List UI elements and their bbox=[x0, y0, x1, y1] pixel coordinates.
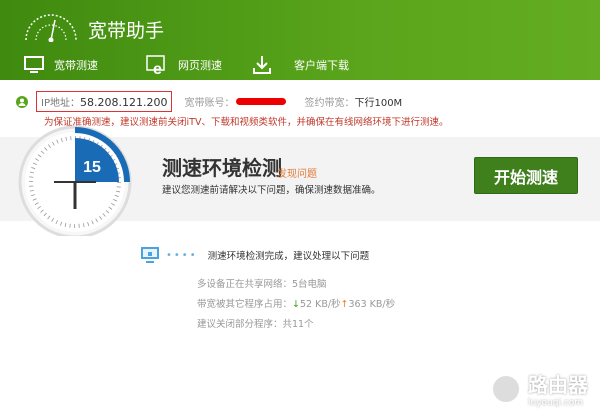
timer-value: 15 bbox=[83, 159, 101, 176]
shared-network-line: 多设备正在共享网络：5台电脑 bbox=[197, 276, 327, 290]
usage-label: 带宽被其它程序占用： bbox=[197, 299, 293, 310]
bandwidth-usage-line: 带宽被其它程序占用：↓52 KB/秒↑363 KB/秒 bbox=[197, 296, 395, 310]
upload-rate: 363 KB/秒 bbox=[348, 299, 396, 310]
locked-monitor-icon bbox=[141, 247, 159, 263]
tab-client-download[interactable]: 客户端下载 bbox=[252, 50, 349, 80]
watermark-title: 路由器 bbox=[528, 373, 588, 397]
close-value: 共11个 bbox=[282, 319, 314, 330]
check-subtitle: 建议您测速前请解决以下问题，确保测速数据准确。 bbox=[162, 185, 381, 196]
start-speed-test-button[interactable]: 开始测速 bbox=[474, 157, 578, 194]
speedometer-logo-icon bbox=[25, 14, 77, 42]
tab-label: 网页测速 bbox=[178, 59, 222, 72]
download-rate: 52 KB/秒 bbox=[299, 299, 341, 310]
watermark-logo-icon bbox=[490, 372, 522, 405]
watermark-url: luyouqi.com bbox=[528, 398, 584, 408]
check-title: 测速环境检测 bbox=[162, 156, 282, 180]
monitor-icon bbox=[24, 56, 44, 73]
ip-value: 58.208.121.200 bbox=[79, 96, 168, 109]
account-label: 宽带账号： bbox=[184, 98, 235, 109]
plan-label: 签约带宽： bbox=[304, 98, 355, 109]
tab-broadband-speed[interactable]: 宽带测速 bbox=[24, 50, 98, 80]
redacted-account bbox=[236, 98, 287, 105]
user-icon bbox=[16, 95, 28, 108]
close-label: 建议关闭部分程序： bbox=[197, 319, 283, 330]
app-header: 宽带助手 宽带测速 e 网页测速 客户端下载 bbox=[0, 0, 600, 80]
result-heading: •••• 测速环境检测完成，建议处理以下问题 bbox=[140, 246, 369, 264]
ip-label: IP地址： bbox=[41, 98, 80, 109]
tab-web-speed[interactable]: e 网页测速 bbox=[146, 50, 222, 80]
shared-value: 5台电脑 bbox=[292, 279, 327, 290]
upload-arrow-icon: ↑ bbox=[340, 299, 349, 310]
watermark: 路由器 luyouqi.com bbox=[490, 369, 588, 408]
issue-tag: 发现问题 bbox=[277, 169, 317, 180]
result-heading-text: 测速环境检测完成，建议处理以下问题 bbox=[207, 251, 370, 262]
shared-label: 多设备正在共享网络： bbox=[197, 279, 293, 290]
account-info-row: IP地址：58.208.121.200 宽带账号： 签约带宽： 下行100M bbox=[16, 91, 402, 112]
plan-value: 下行100M bbox=[354, 98, 403, 109]
tab-label: 客户端下载 bbox=[294, 59, 349, 72]
timer-clock-icon: 15 bbox=[18, 125, 132, 236]
ip-address-box: IP地址：58.208.121.200 bbox=[36, 91, 173, 112]
close-programs-line: 建议关闭部分程序：共11个 bbox=[197, 316, 314, 330]
app-title: 宽带助手 bbox=[88, 20, 165, 42]
svg-text:e: e bbox=[153, 61, 162, 75]
browser-icon: e bbox=[146, 55, 165, 75]
download-icon bbox=[253, 56, 271, 74]
download-arrow-icon: ↓ bbox=[292, 299, 300, 310]
progress-dots: •••• bbox=[166, 249, 198, 261]
main-nav: 宽带测速 e 网页测速 客户端下载 bbox=[0, 50, 600, 80]
tab-label: 宽带测速 bbox=[54, 59, 98, 72]
